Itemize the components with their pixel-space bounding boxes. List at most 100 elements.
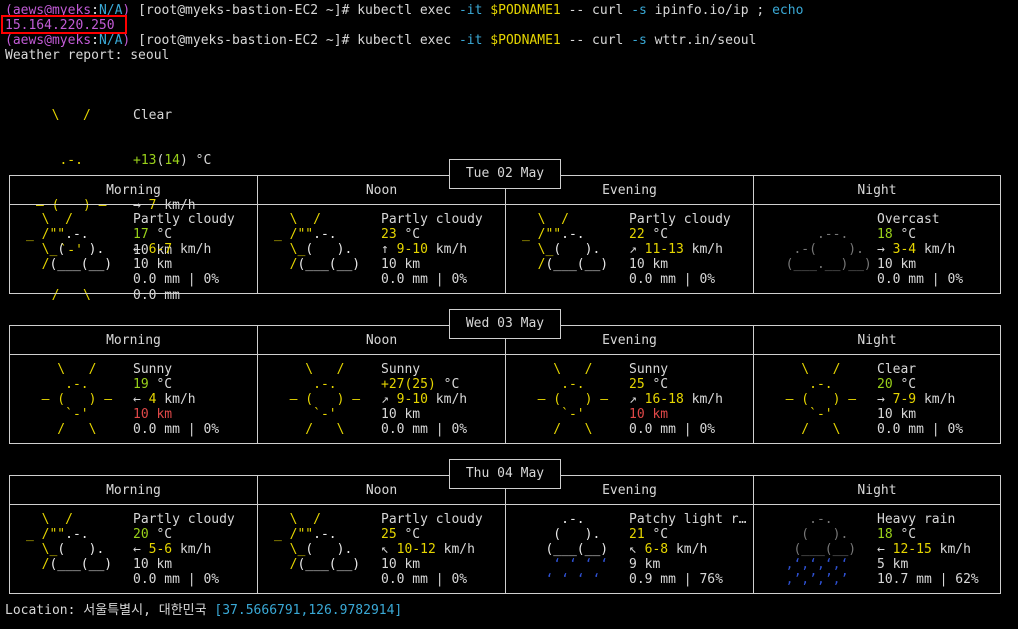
forecast-period-morning: Morning \ / _ /"".-. \_( ). /(___(__) Part… — [10, 176, 258, 293]
precipitation: 0.0 mm | 0% — [133, 572, 220, 587]
weather-icon: \ / _ /"".-. \_( ). /(___(__) — [274, 512, 361, 572]
visibility: 10 km — [877, 407, 917, 422]
current-condition: Clear — [133, 108, 173, 123]
location-coords: [37.5666791,126.9782914] — [214, 603, 403, 618]
date-label: Wed 03 May — [449, 309, 561, 339]
prompt-host: [root@myeks-bastion-EC2 ~]# — [138, 3, 350, 18]
weather-icon: \ / _ /"".-. \_( ). /(___(__) — [26, 512, 113, 572]
temperature: +27(25) °C — [381, 377, 460, 392]
wind: ↗ 11-13 km/h — [629, 242, 723, 257]
precipitation: 0.0 mm | 0% — [629, 422, 716, 437]
wind: ↖ 10-12 km/h — [381, 542, 475, 557]
forecast-period-evening: Evening \ / .-. ― ( ) ― `-' / \ Sunny 25 °… — [506, 326, 754, 443]
forecast-period-noon: Noon \ / _ /"".-. \_( ). /(___(__) Partly … — [258, 476, 506, 593]
precipitation: 0.0 mm | 0% — [133, 272, 220, 287]
forecast-period-morning: Morning \ / _ /"".-. \_( ). /(___(__) Part… — [10, 476, 258, 593]
period-title: Morning — [106, 483, 161, 498]
weather-icon: \ / _ /"".-. \_( ). /(___(__) — [26, 212, 113, 272]
weather-icon: \ / .-. ― ( ) ― `-' / \ — [770, 362, 857, 437]
period-title: Morning — [106, 333, 161, 348]
visibility: 10 km — [629, 407, 669, 422]
period-title: Night — [857, 333, 897, 348]
weather-icon: \ / .-. ― ( ) ― `-' / \ — [522, 362, 609, 437]
condition-text: Sunny — [381, 362, 421, 377]
weather-icon: \ / _ /"".-. \_( ). /(___(__) — [274, 212, 361, 272]
condition-text: Heavy rain — [877, 512, 956, 527]
forecast-period-evening: Evening \ / _ /"".-. \_( ). /(___(__) Part… — [506, 176, 754, 293]
forecast-period-noon: Noon \ / .-. ― ( ) ― `-' / \ Sunny +27(25)… — [258, 326, 506, 443]
weather-icon: \ / _ /"".-. \_( ). /(___(__) — [522, 212, 609, 272]
wind: ↖ 6-8 km/h — [629, 542, 708, 557]
condition-text: Partly cloudy — [381, 212, 483, 227]
precipitation: 0.0 mm | 0% — [877, 422, 964, 437]
wind: ↗ 16-18 km/h — [629, 392, 723, 407]
forecast-table: Morning \ / .-. ― ( ) ― `-' / \ Sunny 19 °… — [9, 325, 1001, 444]
location-line: Location: 서울특별시, 대한민국 [37.5666791,126.97… — [5, 603, 403, 618]
temperature: 18 °C — [877, 527, 917, 542]
temperature: 20 °C — [133, 527, 173, 542]
visibility: 10 km — [629, 257, 669, 272]
precipitation: 0.0 mm | 0% — [381, 272, 468, 287]
precipitation: 0.0 mm | 0% — [877, 272, 964, 287]
condition-text: Partly cloudy — [133, 212, 235, 227]
visibility: 10 km — [381, 407, 421, 422]
visibility: 10 km — [877, 257, 917, 272]
temperature: 23 °C — [381, 227, 421, 242]
visibility: 9 km — [629, 557, 661, 572]
temperature: 21 °C — [629, 527, 669, 542]
weather-report-title: Weather report: seoul — [5, 48, 170, 63]
precipitation: 0.0 mm | 0% — [381, 572, 468, 587]
precipitation: 0.9 mm | 76% — [629, 572, 723, 587]
wind: ← 4 km/h — [133, 392, 196, 407]
condition-text: Partly cloudy — [629, 212, 731, 227]
temperature: 20 °C — [877, 377, 917, 392]
forecast-period-morning: Morning \ / .-. ― ( ) ― `-' / \ Sunny 19 °… — [10, 326, 258, 443]
wind: ← 6-7 km/h — [133, 242, 212, 257]
visibility: 5 km — [877, 557, 909, 572]
visibility: 10 km — [381, 557, 421, 572]
temperature: 17 °C — [133, 227, 173, 242]
forecast-period-evening: Evening .-. ( ). (___(__) ‘ ‘ ‘ ‘ ‘ ‘ ‘ … — [506, 476, 754, 593]
visibility: 10 km — [133, 557, 173, 572]
weather-icon: \ / .-. ― ( ) ― `-' / \ — [26, 362, 113, 437]
condition-text: Sunny — [629, 362, 669, 377]
date-label: Tue 02 May — [449, 159, 561, 189]
temperature: 19 °C — [133, 377, 173, 392]
temperature: 25 °C — [381, 527, 421, 542]
wind: ← 5-6 km/h — [133, 542, 212, 557]
current-temp: +13(14) °C — [133, 153, 212, 168]
condition-text: Partly cloudy — [381, 512, 483, 527]
ip-highlight-box — [1, 15, 127, 34]
location-name: 서울특별시, 대한민국 — [83, 603, 207, 618]
temperature: 25 °C — [629, 377, 669, 392]
period-title: Night — [857, 483, 897, 498]
precipitation: 0.0 mm | 0% — [133, 422, 220, 437]
condition-text: Partly cloudy — [133, 512, 235, 527]
wind: → 7-9 km/h — [877, 392, 956, 407]
weather-icon: .-. ( ). (___(__) ‘ ‘ ‘ ‘ ‘ ‘ ‘ ‘ — [522, 512, 609, 587]
temperature: 18 °C — [877, 227, 917, 242]
visibility: 10 km — [133, 257, 173, 272]
forecast-period-night: Night .--. .-( ). (___.__)__) Overcast 18 … — [754, 176, 1000, 293]
condition-text: Patchy light r… — [629, 512, 747, 527]
wind: ↑ 9-10 km/h — [381, 242, 468, 257]
forecast-period-noon: Noon \ / _ /"".-. \_( ). /(___(__) Partly … — [258, 176, 506, 293]
weather-icon: .--. .-( ). (___.__)__) — [770, 227, 872, 272]
forecast-table: Morning \ / _ /"".-. \_( ). /(___(__) Part… — [9, 175, 1001, 294]
weather-icon: .-. ( ). (___(__) ‚‘‚‘‚‘‚‘ ‚’‚’‚’‚’ — [770, 512, 857, 587]
condition-text: Overcast — [877, 212, 940, 227]
condition-text: Clear — [877, 362, 917, 377]
precipitation: 0.0 mm | 0% — [381, 422, 468, 437]
forecast-period-night: Night .-. ( ). (___(__) ‚‘‚‘‚‘‚‘ ‚’‚’‚’‚… — [754, 476, 1000, 593]
period-title: Morning — [106, 183, 161, 198]
condition-text: Sunny — [133, 362, 173, 377]
forecast-table: Morning \ / _ /"".-. \_( ). /(___(__) Part… — [9, 475, 1001, 594]
visibility: 10 km — [381, 257, 421, 272]
temperature: 22 °C — [629, 227, 669, 242]
weather-icon: \ / .-. ― ( ) ― `-' / \ — [274, 362, 361, 437]
wind: → 3-4 km/h — [877, 242, 956, 257]
date-label: Thu 04 May — [449, 459, 561, 489]
forecast-period-night: Night \ / .-. ― ( ) ― `-' / \ Clear 20 °C →… — [754, 326, 1000, 443]
period-title: Night — [857, 183, 897, 198]
wind: ↗ 9-10 km/h — [381, 392, 468, 407]
